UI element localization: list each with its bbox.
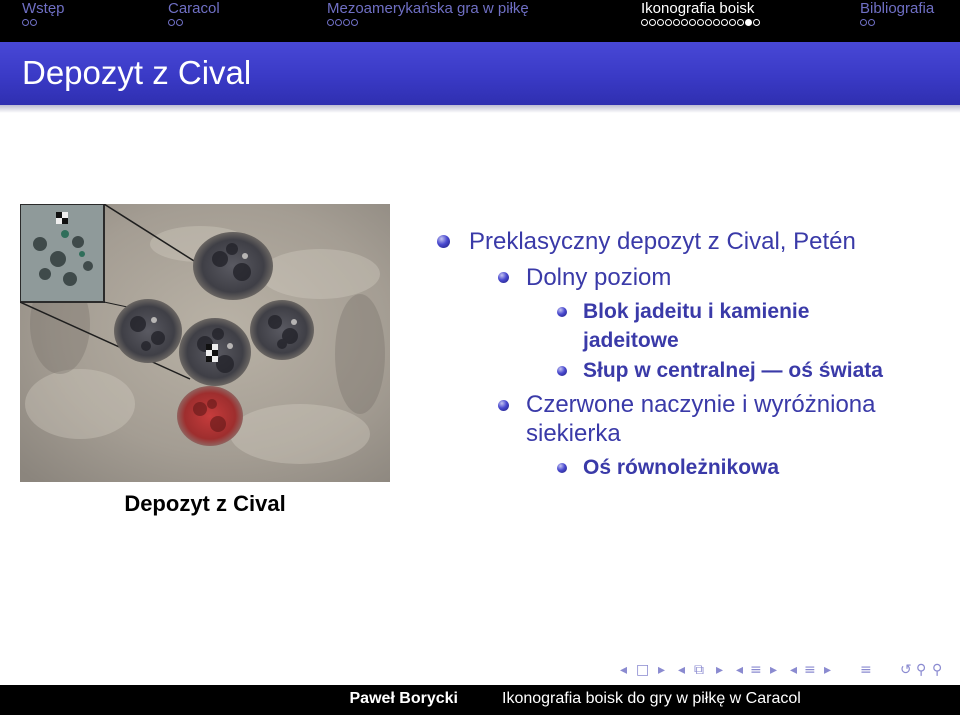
next-section-icon[interactable]: ▸ <box>824 662 831 678</box>
footer-bar: Paweł Borycki Ikonografia boisk do gry w… <box>0 685 960 715</box>
bullet-text-continued: jadeitowe <box>583 329 679 352</box>
frame-dot-icon[interactable] <box>689 19 696 26</box>
frame-title-bar: Depozyt z Cival <box>0 42 960 113</box>
subsection-icon[interactable]: ≡ <box>750 662 762 678</box>
cival-deposit-photo <box>20 204 390 482</box>
prev-section-icon[interactable]: ◂ <box>790 662 797 678</box>
beamer-navigation-symbols: ◂ □ ▸ ◂ ⧉ ▸ ◂ ≡ ▸ ◂ ≡ ▸ ≡ ↺ ⚲ ⚲ <box>620 662 950 678</box>
nav-section-title[interactable]: Wstęp <box>22 0 65 18</box>
frame-dot-icon[interactable] <box>30 19 37 26</box>
frame-dot-icon[interactable] <box>641 19 648 26</box>
section-navigation-bar: Wstęp Caracol Mezoamerykańska gra w piłk… <box>0 0 960 42</box>
bullet-icon <box>498 400 509 411</box>
nav-frame-dots <box>641 19 761 29</box>
frame-dot-icon[interactable] <box>665 19 672 26</box>
nav-frame-dots <box>22 19 38 29</box>
frame-dot-icon[interactable] <box>753 19 760 26</box>
bullet-icon <box>557 307 567 317</box>
search-forward-icon[interactable]: ⚲ <box>932 662 942 678</box>
footer-author: Paweł Borycki <box>349 690 459 707</box>
section-icon[interactable]: ≡ <box>804 662 816 678</box>
nav-section-title[interactable]: Ikonografia boisk <box>641 0 754 18</box>
next-frame-icon[interactable]: ▸ <box>716 662 723 678</box>
frame-dot-icon[interactable] <box>176 19 183 26</box>
search-icon[interactable]: ⚲ <box>916 662 926 678</box>
frame-dot-icon[interactable] <box>649 19 656 26</box>
bullet-text: Preklasyczny depozyt z Cival, Petén <box>469 228 856 255</box>
nav-frame-dots <box>327 19 359 29</box>
prev-frame-icon[interactable]: ◂ <box>678 662 685 678</box>
frame-dot-icon[interactable] <box>673 19 680 26</box>
frame-dot-icon[interactable] <box>335 19 342 26</box>
bullet-icon <box>557 463 567 473</box>
frame-dot-icon[interactable] <box>351 19 358 26</box>
frame-dot-icon[interactable] <box>697 19 704 26</box>
frame-dot-icon[interactable] <box>22 19 29 26</box>
frame-dot-icon[interactable] <box>860 19 867 26</box>
frame-dot-icon[interactable] <box>737 19 744 26</box>
nav-section-title[interactable]: Bibliografia <box>860 0 934 18</box>
nav-section-title[interactable]: Mezoamerykańska gra w piłkę <box>327 0 529 18</box>
frame-dot-icon[interactable] <box>657 19 664 26</box>
frame-dot-icon[interactable] <box>868 19 875 26</box>
bullet-icon <box>557 366 567 376</box>
frame-icon[interactable]: ⧉ <box>694 662 704 678</box>
bullet-text: Blok jadeitu i kamienie <box>583 300 810 323</box>
bullet-text-continued: siekierka <box>526 420 621 447</box>
bullet-text: Oś równoleżnikowa <box>583 456 780 479</box>
frame-title: Depozyt z Cival <box>22 54 252 91</box>
bullet-icon <box>437 235 450 248</box>
frame-dot-icon[interactable] <box>327 19 334 26</box>
frame-dot-icon[interactable] <box>721 19 728 26</box>
frame-dot-icon[interactable] <box>681 19 688 26</box>
next-slide-icon[interactable]: ▸ <box>658 662 665 678</box>
frame-dot-icon[interactable] <box>705 19 712 26</box>
next-subsection-icon[interactable]: ▸ <box>770 662 777 678</box>
frame-dot-icon[interactable] <box>729 19 736 26</box>
nav-frame-dots <box>860 19 876 29</box>
frame-dot-icon[interactable] <box>713 19 720 26</box>
frame-dot-icon[interactable] <box>168 19 175 26</box>
document-icon[interactable]: ≡ <box>860 662 872 678</box>
nav-frame-dots <box>168 19 184 29</box>
frame-dot-icon[interactable] <box>745 19 752 26</box>
bullet-text: Czerwone naczynie i wyróżniona <box>526 391 876 418</box>
prev-subsection-icon[interactable]: ◂ <box>736 662 743 678</box>
back-icon[interactable]: ↺ <box>900 662 912 678</box>
bullet-icon <box>498 272 509 283</box>
photo-caption: Depozyt z Cival <box>124 491 286 516</box>
bullet-text: Dolny poziom <box>526 264 672 291</box>
slide-icon[interactable]: □ <box>636 662 649 678</box>
nav-section-title[interactable]: Caracol <box>168 0 220 18</box>
bullet-text: Słup w centralnej — oś świata <box>583 359 883 382</box>
footer-talk-title: Ikonografia boisk do gry w piłkę w Carac… <box>502 690 801 707</box>
prev-slide-icon[interactable]: ◂ <box>620 662 627 678</box>
frame-dot-icon[interactable] <box>343 19 350 26</box>
